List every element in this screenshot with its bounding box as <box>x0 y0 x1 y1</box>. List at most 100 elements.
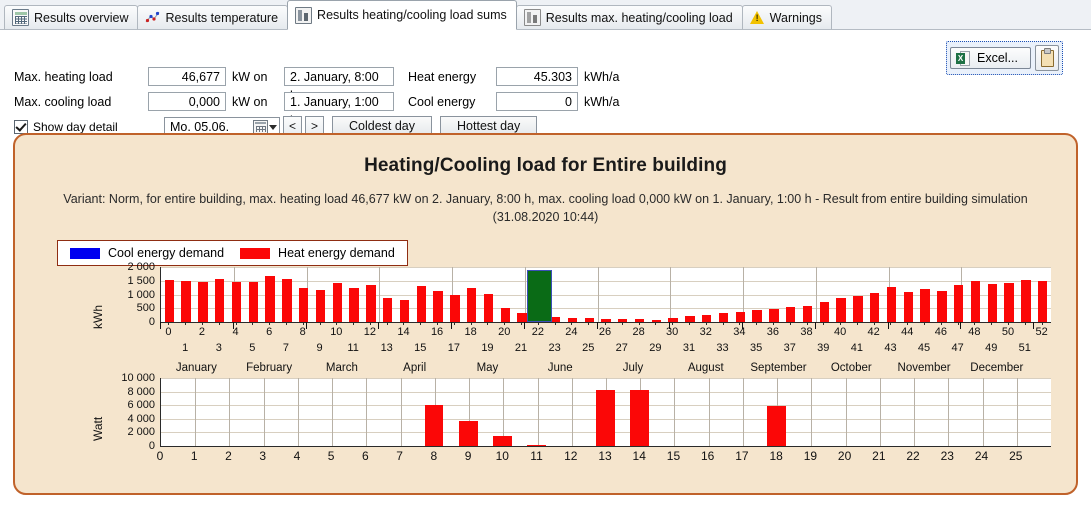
bar <box>332 283 342 322</box>
bar <box>500 307 510 322</box>
x-tick-label: 16 <box>430 326 444 338</box>
tab-strip: Results overview Results temperature Res <box>0 0 1091 30</box>
results-window: Results overview Results temperature Res <box>0 0 1091 507</box>
bar <box>953 284 964 322</box>
tab-label: Results heating/cooling load sums <box>317 8 507 22</box>
x-tick-label: 8 <box>430 449 438 463</box>
month-label: December <box>970 362 1024 374</box>
month-tick <box>596 322 598 329</box>
x-tick <box>218 322 220 325</box>
x-tick <box>470 322 472 325</box>
bar <box>198 282 208 322</box>
tab-label: Results max. heating/cooling load <box>545 10 733 25</box>
bar <box>970 281 981 322</box>
gridline-vertical <box>401 378 402 446</box>
gridline-vertical <box>229 378 230 446</box>
x-tick <box>386 322 388 325</box>
bar <box>215 278 225 322</box>
bar <box>766 405 786 446</box>
x-tick <box>437 322 439 325</box>
x-tick-label: 15 <box>414 342 427 354</box>
x-tick-label: 19 <box>803 449 818 463</box>
bar <box>164 279 175 322</box>
bar <box>433 290 443 322</box>
x-tick-label: 0 <box>156 449 164 463</box>
month-label: April <box>403 362 427 374</box>
x-tick <box>319 322 321 325</box>
x-tick-label: 10 <box>330 326 343 338</box>
max-heating-load-time: 2. January, 8:00 h <box>284 67 394 103</box>
x-tick <box>554 322 556 325</box>
selected-week-bar[interactable] <box>527 269 552 322</box>
show-day-detail-checkbox[interactable]: Show day detail <box>14 120 164 134</box>
x-tick-label: 21 <box>872 449 886 463</box>
bar <box>248 281 259 322</box>
max-heating-load-unit: kW on <box>232 69 268 84</box>
x-tick-label: 52 <box>1035 326 1048 338</box>
bar <box>819 301 829 322</box>
x-tick <box>487 322 489 325</box>
x-tick <box>1024 322 1026 325</box>
x-tick <box>806 322 808 325</box>
tab-warnings[interactable]: Warnings <box>741 5 833 30</box>
gridline-horizontal <box>161 267 1051 268</box>
x-tick-label: 37 <box>783 342 796 354</box>
x-tick-label: 49 <box>985 342 998 354</box>
x-tick-label: 39 <box>817 342 830 354</box>
bar <box>424 405 444 446</box>
tab-list: Results overview Results temperature Res <box>0 0 1091 30</box>
bar <box>349 288 359 322</box>
x-tick-label: 34 <box>733 326 746 338</box>
tab-label: Results temperature <box>165 10 279 25</box>
x-tick <box>873 322 875 325</box>
tab-results-heating-cooling-load-sums[interactable]: Results heating/cooling load sums <box>287 0 517 30</box>
x-tick <box>369 322 371 325</box>
excel-export-button[interactable]: Excel... <box>950 47 1031 69</box>
x-tick-label: 29 <box>649 342 662 354</box>
tab-results-max-heating-cooling-load[interactable]: Results max. heating/cooling load <box>515 5 743 30</box>
max-heating-load-row: Max. heating load 46,677 kW on 2. Januar… <box>14 66 619 103</box>
bar <box>483 293 494 322</box>
copy-to-clipboard-button[interactable] <box>1035 45 1059 71</box>
bar <box>869 293 880 322</box>
x-tick-label: 36 <box>766 326 780 338</box>
bar <box>517 312 527 322</box>
bar <box>903 292 913 322</box>
max-cooling-load-time: 1. January, 1:00 h <box>284 92 394 128</box>
x-tick <box>739 322 741 325</box>
month-label: March <box>325 362 358 374</box>
max-cooling-load-unit: kW on <box>232 94 268 109</box>
x-tick-label: 3 <box>215 342 222 354</box>
excel-icon <box>956 50 970 66</box>
x-tick-label: 44 <box>901 326 914 338</box>
excel-button-label: Excel... <box>977 51 1018 65</box>
x-tick-label: 0 <box>165 326 172 338</box>
gridline-vertical <box>948 378 949 446</box>
x-tick <box>252 322 254 325</box>
x-tick <box>537 322 539 325</box>
x-tick-label: 38 <box>800 326 813 338</box>
x-tick <box>772 322 774 325</box>
x-tick <box>638 322 640 325</box>
tab-results-overview[interactable]: Results overview <box>4 5 139 30</box>
cool-energy-unit: kWh/a <box>584 94 620 109</box>
x-tick-label: 22 <box>531 326 544 338</box>
x-tick <box>168 322 170 325</box>
x-tick-label: 32 <box>699 326 712 338</box>
x-tick-label: 45 <box>917 342 931 354</box>
day-detail-chart: Watt 02 000 4 000 6 000 8 000 10 000 0123456… <box>15 372 1076 488</box>
month-label: January <box>175 362 217 374</box>
chevron-down-icon[interactable] <box>269 124 277 130</box>
month-tick <box>1033 322 1035 329</box>
gridline-vertical <box>332 378 333 446</box>
x-tick <box>621 322 623 325</box>
month-label: October <box>830 362 872 374</box>
x-tick <box>974 322 976 325</box>
y-tick-label: 0 <box>148 440 155 452</box>
chart1-y-axis-label: kWh <box>91 305 105 329</box>
tab-results-temperature[interactable]: Results temperature <box>137 5 289 30</box>
x-tick-label: 14 <box>632 449 646 463</box>
month-label: September <box>750 362 807 374</box>
bar <box>299 287 309 322</box>
x-tick-label: 6 <box>266 326 273 338</box>
